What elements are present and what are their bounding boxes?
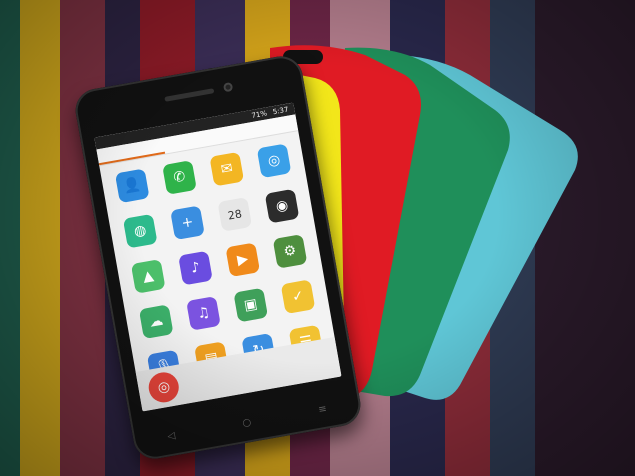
app-shortcut[interactable]: ▲	[125, 258, 173, 303]
app-shortcut[interactable]: ◎	[251, 142, 299, 187]
music-icon: ♪	[178, 250, 213, 286]
camera-app-icon: ◎	[256, 143, 292, 179]
tools-icon: +	[170, 205, 205, 241]
app-shortcut[interactable]: ✉	[204, 151, 252, 196]
contacts-icon: 👤	[114, 168, 150, 204]
chrome-icon[interactable]: ◎	[146, 369, 182, 405]
app-shortcut[interactable]: ✆	[156, 159, 204, 204]
menu-button[interactable]: ≡	[318, 404, 328, 416]
back-button[interactable]: ◁	[167, 430, 176, 442]
app-shortcut[interactable]: 👤	[109, 167, 157, 212]
video-player-icon: ▶	[225, 242, 261, 278]
browser-icon: ◍	[122, 213, 158, 249]
app-label	[230, 186, 231, 192]
app-label	[206, 330, 207, 336]
app-shortcut[interactable]: ◉	[259, 188, 307, 233]
app-label	[285, 223, 286, 229]
app-label	[301, 313, 302, 319]
app-shortcut[interactable]: ▶	[219, 241, 267, 286]
battery-level: 71%	[250, 109, 268, 120]
app-label	[151, 293, 152, 299]
app-shortcut[interactable]: ♪	[172, 250, 220, 295]
app-shortcut[interactable]: ▣	[227, 287, 275, 332]
camera-icon: ◉	[264, 188, 300, 224]
app-label	[277, 178, 278, 184]
gallery2-icon: ☁	[138, 304, 174, 340]
app-shortcut[interactable]: 28	[211, 196, 259, 241]
messaging-icon: ✉	[209, 151, 245, 187]
app-label	[246, 276, 247, 282]
calendar-icon: 28	[217, 197, 253, 232]
app-label	[190, 240, 191, 246]
app-label	[198, 285, 199, 291]
home-button[interactable]: ○	[242, 417, 253, 429]
app-label	[293, 268, 294, 274]
app-label	[159, 338, 160, 344]
app-label	[135, 203, 136, 209]
app-shortcut[interactable]: ♫	[180, 295, 228, 340]
phone-icon: ✆	[162, 160, 197, 195]
app-label	[254, 322, 255, 328]
app-shortcut[interactable]: ◍	[117, 213, 165, 258]
app-shortcut[interactable]: ⚙	[267, 233, 315, 278]
music2-icon: ♫	[186, 295, 221, 331]
store-icon: ▣	[233, 287, 269, 323]
app-shortcut[interactable]: ✓	[275, 278, 323, 323]
gallery-icon: ▲	[130, 259, 166, 294]
clock: 5:37	[272, 105, 290, 117]
app-label	[143, 248, 144, 254]
tasks-icon: ✓	[280, 279, 316, 315]
app-shortcut[interactable]: ☁	[133, 303, 181, 348]
app-label	[182, 194, 183, 200]
app-shortcut[interactable]: +	[164, 204, 212, 249]
app-label	[238, 231, 239, 237]
settings-icon: ⚙	[272, 234, 308, 269]
